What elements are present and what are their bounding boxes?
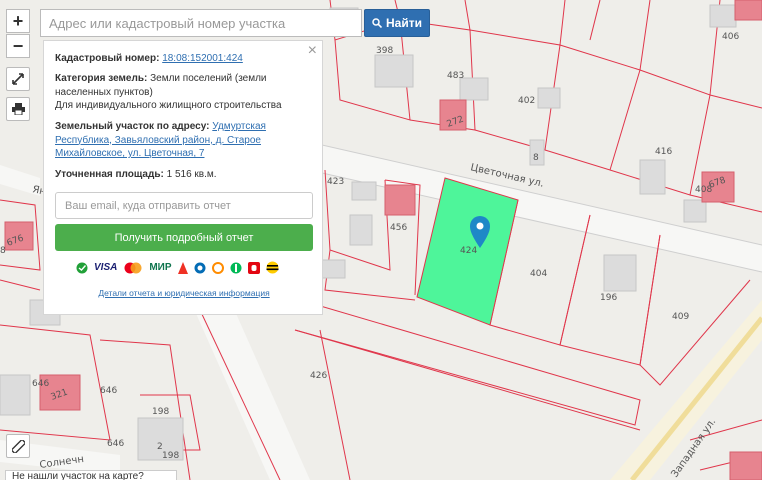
mts-icon: [247, 261, 260, 274]
parcel-number-label: 483: [447, 71, 464, 81]
sberbank-icon: [76, 262, 88, 273]
ruler-icon: [11, 439, 25, 453]
land-use-value: Для индивидуального жилищного строительс…: [55, 100, 282, 111]
parcel-number-label: 8: [0, 246, 6, 256]
address-row: Земельный участок по адресу: Удмуртская …: [55, 120, 313, 161]
search-icon: [372, 18, 382, 28]
mir-icon: МИР: [149, 262, 172, 273]
mastercard-icon: [124, 262, 142, 273]
area-row: Уточненная площадь: 1 516 кв.м.: [55, 168, 313, 182]
parcel-number-label: 2: [157, 442, 163, 452]
expand-icon: [12, 73, 24, 85]
cadastral-number-row: Кадастровый номер: 18:08:152001:424: [55, 52, 313, 66]
parcel-number-label: 404: [530, 269, 547, 279]
qiwi-icon: [211, 261, 224, 274]
search-button-label: Найти: [386, 16, 422, 30]
parcel-number-label: 196: [600, 293, 617, 303]
parcel-number-label: 456: [390, 223, 407, 233]
search-input[interactable]: [40, 9, 362, 37]
parcel-number-label: 198: [162, 451, 179, 461]
zoom-out-button[interactable]: −: [6, 34, 30, 58]
fullscreen-button[interactable]: [6, 67, 30, 91]
details-link-label[interactable]: Детали отчета и юридическая информация: [98, 288, 269, 298]
parcel-number-label: 646: [32, 379, 49, 389]
zoom-in-button[interactable]: +: [6, 9, 30, 33]
parcel-number-label: 398: [376, 46, 393, 56]
parcel-info-panel: × Кадастровый номер: 18:08:152001:424 Ка…: [43, 40, 323, 315]
parcel-number-label: 646: [107, 439, 124, 449]
not-found-bar[interactable]: Не нашли участок на карте?: [5, 470, 177, 480]
parcel-number-label: 406: [722, 32, 739, 42]
address-label: Земельный участок по адресу:: [55, 121, 210, 132]
parcel-number-label: 8: [533, 153, 539, 163]
alfa-icon: [177, 261, 188, 274]
get-report-button[interactable]: Получить подробный отчет: [55, 224, 313, 251]
area-value: 1 516 кв.м.: [166, 169, 217, 180]
area-label: Уточненная площадь:: [55, 169, 164, 180]
email-field[interactable]: [55, 192, 313, 219]
details-link[interactable]: Детали отчета и юридическая информация: [44, 288, 324, 298]
search-button[interactable]: Найти: [364, 9, 430, 37]
parcel-number-label: 402: [518, 96, 535, 106]
payment-methods: VISA МИР: [76, 261, 279, 274]
parcel-number-label: 426: [310, 371, 327, 381]
parcel-number-label: 646: [100, 386, 117, 396]
parcel-number-label: 423: [327, 177, 344, 187]
webmoney-icon: [194, 262, 206, 273]
cadastral-number-label: Кадастровый номер:: [55, 53, 160, 64]
land-category-row: Категория земель: Земли поселений (земли…: [55, 72, 313, 113]
ruler-button[interactable]: [6, 434, 30, 458]
parcel-number-label: 409: [672, 312, 689, 322]
print-button[interactable]: [6, 97, 30, 121]
visa-icon: VISA: [94, 262, 118, 273]
land-category-label: Категория земель:: [55, 73, 148, 84]
beeline-icon: [266, 261, 279, 274]
parcel-number-label: 424: [460, 246, 477, 256]
parcel-number-label: 416: [655, 147, 672, 157]
megafon-icon: [230, 262, 242, 273]
print-icon: [11, 103, 25, 115]
parcel-number-label: 198: [152, 407, 169, 417]
cadastral-number-link[interactable]: 18:08:152001:424: [162, 53, 243, 64]
